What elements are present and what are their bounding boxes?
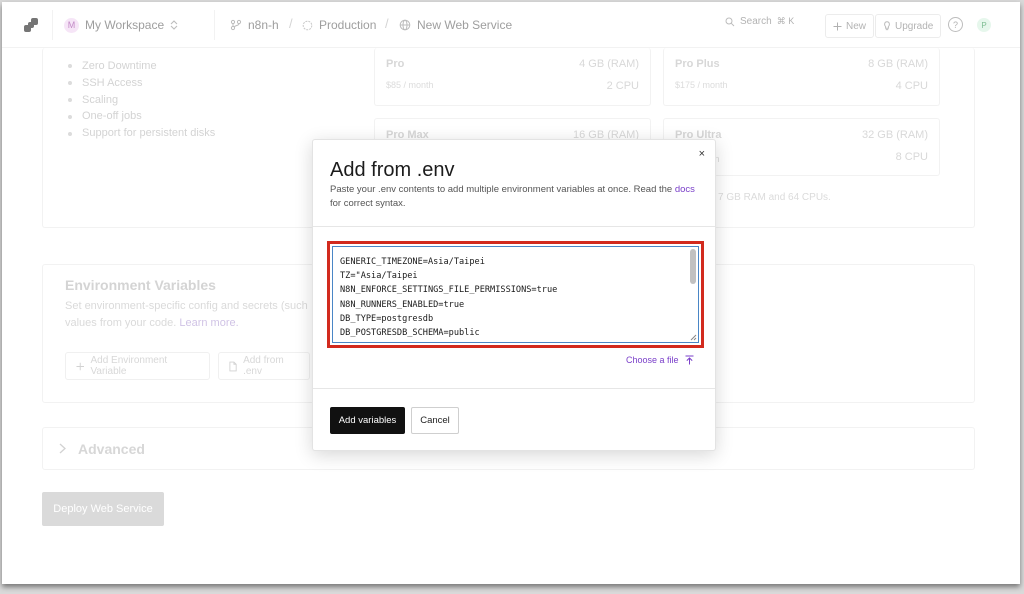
env-textarea-content: GENERIC_TIMEZONE=Asia/Taipei TZ="Asia/Ta… (340, 257, 558, 339)
cancel-button[interactable]: Cancel (411, 407, 459, 434)
add-variables-button[interactable]: Add variables (330, 407, 405, 434)
resize-handle-icon[interactable] (690, 334, 697, 341)
close-icon[interactable]: × (699, 148, 705, 160)
env-textarea[interactable]: GENERIC_TIMEZONE=Asia/Taipei TZ="Asia/Ta… (332, 246, 699, 343)
textarea-scrollbar[interactable] (689, 249, 696, 340)
dialog-subtitle: Paste your .env contents to add multiple… (330, 184, 695, 209)
add-from-env-dialog: × Add from .env Paste your .env contents… (312, 139, 716, 451)
env-textarea-highlight: GENERIC_TIMEZONE=Asia/Taipei TZ="Asia/Ta… (327, 241, 704, 348)
dialog-title: Add from .env (330, 159, 455, 181)
choose-file-link[interactable]: Choose a file (626, 355, 694, 365)
docs-link[interactable]: docs (675, 184, 695, 195)
app-window: M My Workspace n8n-h / Production / New … (2, 2, 1020, 584)
choose-file-label: Choose a file (626, 355, 679, 365)
upload-icon (685, 355, 694, 365)
scrollbar-thumb[interactable] (690, 249, 696, 284)
